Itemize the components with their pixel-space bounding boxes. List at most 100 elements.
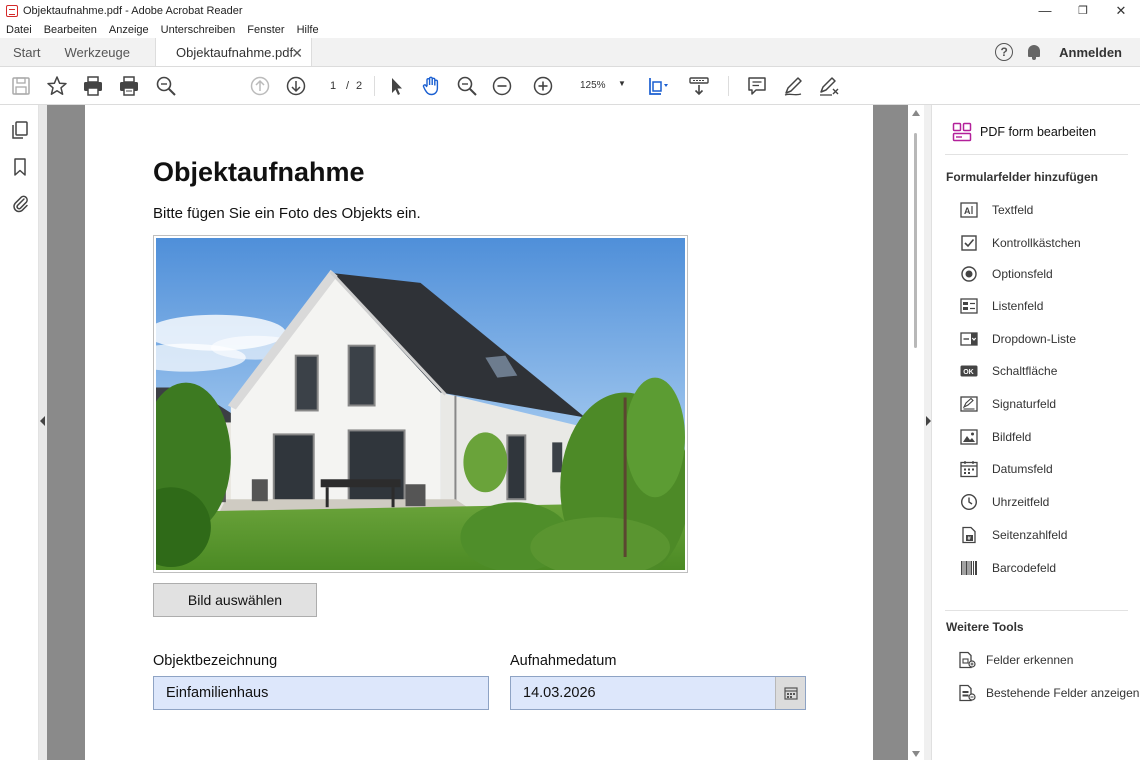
left-panel-toggle[interactable] [39, 105, 47, 760]
svg-text:OK: OK [963, 369, 974, 376]
show-fields-tool[interactable]: Bestehende Felder anzeigen [958, 684, 1139, 702]
prepare-form-header[interactable]: PDF form bearbeiten [952, 122, 1096, 142]
barcode-tool[interactable]: Barcodefeld [960, 559, 1056, 577]
document-instruction: Bitte fügen Sie ein Foto des Objekts ein… [153, 205, 421, 222]
more-tools-heading: Weitere Tools [946, 620, 1024, 634]
checkbox-tool[interactable]: Kontrollkästchen [960, 234, 1081, 252]
comment-icon[interactable] [746, 75, 768, 97]
image-field-icon [960, 429, 978, 445]
search-zoom-icon[interactable] [155, 75, 177, 97]
help-icon[interactable]: ? [995, 43, 1014, 61]
print-alt-icon[interactable] [118, 75, 140, 97]
next-page-icon[interactable] [285, 75, 307, 97]
attachment-icon[interactable] [10, 193, 30, 213]
capture-date-value: 14.03.2026 [523, 685, 596, 701]
zoom-level-select[interactable]: 125% [580, 80, 606, 91]
menu-unterschreiben[interactable]: Unterschreiben [161, 24, 236, 36]
star-icon[interactable] [46, 75, 68, 97]
image-field[interactable] [153, 235, 688, 573]
restore-button[interactable]: ❐ [1064, 0, 1102, 21]
list-box-label: Listenfeld [992, 299, 1044, 313]
menu-bearbeiten[interactable]: Bearbeiten [44, 24, 97, 36]
pages-icon[interactable] [10, 120, 30, 140]
date-field-label: Datumsfeld [992, 462, 1053, 476]
save-icon[interactable] [10, 75, 32, 97]
minimize-button[interactable]: — [1026, 0, 1064, 21]
zoom-out-icon[interactable] [491, 75, 513, 97]
scroll-down-icon[interactable] [912, 751, 920, 757]
dropdown-icon [960, 332, 978, 346]
prepare-form-icon [952, 122, 972, 142]
total-pages: 2 [356, 80, 363, 92]
show-fields-label: Bestehende Felder anzeigen [986, 686, 1140, 700]
radio-tool[interactable]: Optionsfeld [960, 265, 1053, 283]
toolbar: 1 / 2 125% ▼ [0, 67, 1140, 105]
close-window-button[interactable]: ✕ [1102, 0, 1140, 21]
login-button[interactable]: Anmelden [1059, 45, 1122, 60]
prepare-form-title: PDF form bearbeiten [980, 125, 1097, 139]
page-number-tool[interactable]: # Seitenzahlfeld [960, 526, 1067, 544]
svg-text:A: A [964, 206, 971, 216]
menu-fenster[interactable]: Fenster [247, 24, 284, 36]
time-field-label: Uhrzeitfeld [992, 495, 1050, 509]
toolbar-divider [374, 76, 375, 96]
page-fit-icon[interactable] [646, 75, 668, 97]
time-field-tool[interactable]: Uhrzeitfeld [960, 493, 1049, 511]
right-panel-toggle[interactable] [924, 105, 932, 760]
document-title: Objektaufnahme [153, 157, 365, 187]
object-name-field[interactable]: Einfamilienhaus [153, 676, 489, 710]
scroll-mode-icon[interactable] [688, 75, 710, 97]
hand-tool-icon[interactable] [420, 75, 442, 97]
tab-start[interactable]: Start [0, 38, 53, 66]
text-field-tool[interactable]: A Textfeld [960, 201, 1033, 219]
select-cursor-icon[interactable] [385, 75, 407, 97]
left-rail [0, 105, 39, 760]
signature-label: Signaturfeld [992, 397, 1057, 411]
window-title: Objektaufnahme.pdf - Adobe Acrobat Reade… [23, 4, 243, 17]
bell-icon[interactable] [1027, 44, 1041, 60]
list-box-tool[interactable]: Listenfeld [960, 297, 1043, 315]
pdf-page: Objektaufnahme Bitte fügen Sie ein Foto … [85, 105, 873, 760]
tab-werkzeuge[interactable]: Werkzeuge [51, 38, 143, 66]
document-viewport[interactable]: Objektaufnahme Bitte fügen Sie ein Foto … [39, 105, 908, 760]
sign-icon[interactable] [818, 75, 840, 97]
clock-icon [960, 493, 978, 511]
tab-document[interactable]: Objektaufnahme.pdf ✕ [154, 38, 312, 66]
menu-hilfe[interactable]: Hilfe [297, 24, 319, 36]
svg-text:#: # [968, 536, 971, 542]
signature-tool[interactable]: Signaturfeld [960, 395, 1056, 413]
checkbox-label: Kontrollkästchen [992, 236, 1081, 250]
dropdown-tool[interactable]: Dropdown-Liste [960, 330, 1076, 348]
previous-page-icon[interactable] [249, 75, 271, 97]
scrollbar-thumb[interactable] [914, 133, 917, 348]
zoom-in-icon[interactable] [532, 75, 554, 97]
vertical-scrollbar[interactable] [908, 105, 924, 760]
page-separator: / [346, 80, 350, 92]
scroll-up-icon[interactable] [912, 110, 920, 116]
button-tool[interactable]: OK Schaltfläche [960, 362, 1057, 380]
current-page-input[interactable]: 1 [330, 80, 336, 92]
zoom-out-magnifier-icon[interactable] [456, 75, 478, 97]
print-icon[interactable] [82, 75, 104, 97]
bookmark-icon[interactable] [10, 157, 30, 177]
pen-icon[interactable] [782, 75, 804, 97]
zoom-chevron-down-icon[interactable]: ▼ [618, 79, 626, 88]
detect-fields-label: Felder erkennen [986, 653, 1074, 667]
image-field-tool[interactable]: Bildfeld [960, 428, 1031, 446]
menu-datei[interactable]: Datei [6, 24, 32, 36]
capture-date-field[interactable]: 14.03.2026 [510, 676, 806, 710]
select-image-button[interactable]: Bild auswählen [153, 583, 317, 617]
calendar-icon[interactable] [775, 677, 805, 709]
barcode-icon [961, 561, 977, 575]
window-controls: — ❐ ✕ [1026, 0, 1140, 21]
menu-anzeige[interactable]: Anzeige [109, 24, 149, 36]
show-fields-icon [959, 684, 976, 702]
detect-fields-tool[interactable]: Felder erkennen [958, 651, 1073, 669]
detect-fields-icon [959, 651, 976, 669]
image-field-label: Bildfeld [992, 430, 1032, 444]
button-icon: OK [960, 365, 978, 377]
date-field-tool[interactable]: Datumsfeld [960, 460, 1053, 478]
right-tool-panel: PDF form bearbeiten Formularfelder hinzu… [933, 105, 1140, 760]
dropdown-label: Dropdown-Liste [992, 332, 1077, 346]
tab-close-icon[interactable]: ✕ [291, 45, 303, 62]
